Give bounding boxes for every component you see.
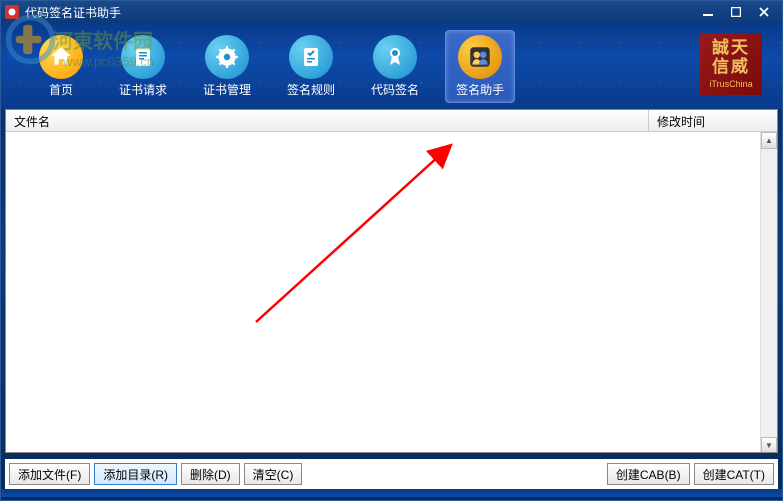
delete-button[interactable]: 删除(D) [181,463,240,485]
minimize-button[interactable] [694,3,722,21]
app-icon [5,5,19,19]
maximize-button[interactable] [722,3,750,21]
add-dir-button[interactable]: 添加目录(R) [94,463,177,485]
annotation-arrow [251,137,461,327]
toolbar-cert-manage[interactable]: 证书管理 [193,31,261,102]
close-button[interactable] [750,3,778,21]
col-filename[interactable]: 文件名 [6,110,649,131]
file-list-panel: 文件名 修改时间 ▲ ▼ [5,109,778,453]
vertical-scrollbar[interactable]: ▲ ▼ [760,132,777,453]
add-file-button[interactable]: 添加文件(F) [9,463,90,485]
cert-request-icon [121,35,165,79]
toolbar-home[interactable]: 首页 [29,31,93,102]
sign-helper-icon [458,35,502,79]
clear-button[interactable]: 清空(C) [244,463,303,485]
window-title: 代码签名证书助手 [25,4,694,21]
toolbar-sign-rule[interactable]: 签名规则 [277,31,345,102]
create-cab-button[interactable]: 创建CAB(B) [607,463,690,485]
toolbar-sign-helper[interactable]: 签名助手 [445,30,515,103]
sign-rule-icon [289,35,333,79]
scroll-up-button[interactable]: ▲ [761,132,777,149]
home-icon [39,35,83,79]
brand-logo: 誠天 信威 iTrusChina [700,33,762,95]
toolbar-code-sign[interactable]: 代码签名 [361,31,429,102]
main-toolbar: 首页 证书请求 证书管理 签名规则 代码签名 [1,23,782,109]
file-list-body[interactable] [6,132,777,452]
cert-manage-icon [205,35,249,79]
col-modtime[interactable]: 修改时间 [649,110,777,131]
create-cat-button[interactable]: 创建CAT(T) [694,463,774,485]
action-bar: 添加文件(F) 添加目录(R) 删除(D) 清空(C) 创建CAB(B) 创建C… [5,459,778,489]
toolbar-cert-request[interactable]: 证书请求 [109,31,177,102]
code-sign-icon [373,35,417,79]
scroll-down-button[interactable]: ▼ [761,437,777,453]
